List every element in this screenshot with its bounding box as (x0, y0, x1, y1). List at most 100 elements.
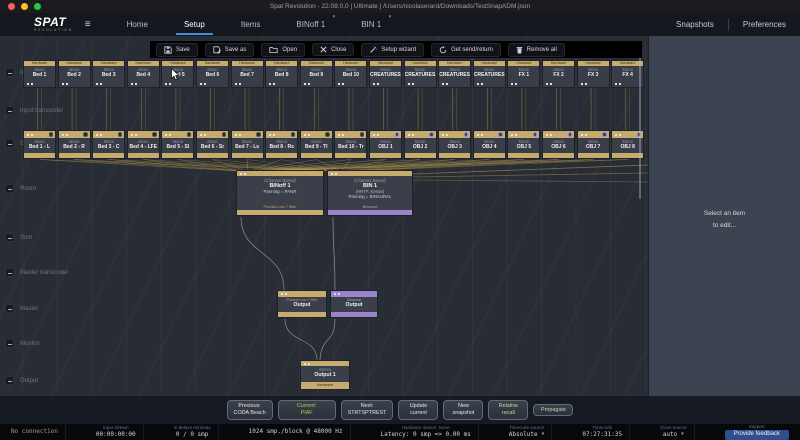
save-as-button[interactable]: Save as (205, 43, 255, 57)
status-hardware-device-none: Hardware device: None Latency: 0 smp => … (373, 424, 478, 440)
trash-icon (516, 46, 523, 54)
input-node-bed-10[interactable]: Hardware Mono Bed 10 (334, 60, 367, 88)
source-node-bed-3-c[interactable]: Mono Bed 3 - C (92, 130, 125, 159)
preferences-button[interactable]: Preferences (729, 20, 800, 29)
source-name: OBJ 1 (370, 144, 401, 150)
source-top-bar (405, 131, 436, 138)
mouse-cursor (171, 68, 180, 81)
graph-canvas[interactable]: Input Input transcoder Source Room Sum M… (0, 36, 648, 396)
source-node-bed-9-tl[interactable]: Mono Bed 9 - Tl (300, 130, 333, 159)
input-node-bed-6[interactable]: Hardware Mono Bed 6 (196, 60, 229, 88)
source-status-icon (602, 132, 607, 137)
open-button[interactable]: Open (261, 43, 305, 57)
port-dots (408, 83, 410, 85)
snapshot-current-piaf-button[interactable]: Current: PIAF (278, 400, 336, 420)
input-node-creatures-2[interactable]: Hardware Mono CREATURES 2 (404, 60, 437, 88)
master-node-gold[interactable]: Frontal Low 7 filter Output (277, 290, 327, 318)
port-dots (615, 83, 617, 85)
snapshot-relative-recall-button[interactable]: Relative recall (488, 400, 528, 420)
room-node-bin1[interactable]: (Channel Based) BIN 1 (HRTF: Kemar) Pann… (327, 170, 413, 216)
snapshot-propagate-button[interactable]: Propagate (533, 404, 573, 417)
source-node-obj-1[interactable]: Mono OBJ 1 (369, 130, 402, 159)
source-name: OBJ 3 (439, 144, 470, 150)
source-node-bed-8-rs[interactable]: Mono Bed 8 - Rs (265, 130, 298, 159)
input-node-bed-1[interactable]: Hardware Mono Bed 1 (23, 60, 56, 88)
input-node-bed-9[interactable]: Hardware Mono Bed 9 (300, 60, 333, 88)
remove-all-button[interactable]: Remove all (508, 43, 565, 57)
port-dots (304, 83, 306, 85)
input-node-creatures-1[interactable]: Hardware Mono CREATURES 1 (369, 60, 402, 88)
port-dots (27, 134, 29, 136)
tab-home[interactable]: Home (109, 13, 166, 36)
output-hardware-bar: Hardware (301, 382, 349, 389)
input-node-bed-4[interactable]: Hardware Mono Bed 4 (127, 60, 160, 88)
source-node-bed-5-sl[interactable]: Mono Bed 5 - Sl (161, 130, 194, 159)
source-node-obj-2[interactable]: Mono OBJ 2 (404, 130, 437, 159)
input-node-fx-3[interactable]: Hardware Mono FX 3 (577, 60, 610, 88)
snapshot-new-snapshot-button[interactable]: New snapshot (443, 400, 483, 420)
source-status-icon (152, 132, 157, 137)
source-node-bed-10-tr[interactable]: Mono Bed 10 - Tr (334, 130, 367, 159)
source-node-bed-2-r[interactable]: Mono Bed 2 - R (58, 130, 91, 159)
source-node-obj-5[interactable]: Mono OBJ 5 (507, 130, 540, 159)
source-bottom-bar (439, 153, 470, 158)
snapshots-button[interactable]: Snapshots (662, 20, 728, 29)
port-dots (235, 83, 237, 85)
input-name: FX 3 (578, 72, 609, 78)
canvas-scrollbar[interactable] (639, 51, 641, 199)
input-node-bed-3[interactable]: Hardware Mono Bed 3 (92, 60, 125, 88)
toolbar-button-label: Setup wizard (381, 47, 416, 53)
source-node-bed-7-ls[interactable]: Mono Bed 7 - Ls (231, 130, 264, 159)
snapshot-previous-coda-beach-button[interactable]: Previous: CODA Beach (227, 400, 273, 420)
source-node-obj-4[interactable]: Mono OBJ 4 (473, 130, 506, 159)
close-button[interactable]: Close (312, 43, 354, 56)
source-bottom-bar (232, 153, 263, 158)
source-status-icon (498, 132, 503, 137)
source-node-bed-1-l[interactable]: Mono Bed 1 - L (23, 130, 56, 159)
status-1024-smp-block-48000-hz: 1024 smp./block @ 48000 Hz (242, 424, 351, 440)
tab-binoff-1[interactable]: ▾ BINoff 1 (278, 13, 343, 36)
input-name: Bed 2 (59, 72, 90, 78)
input-node-creatures-3[interactable]: Hardware Mono CREATURES 3 (438, 60, 471, 88)
save-button[interactable]: Save (156, 43, 198, 57)
hamburger-menu-icon[interactable]: ≡ (85, 19, 91, 30)
clock-source-dropdown[interactable]: auto▼ (663, 431, 684, 438)
source-node-bed-4-lfe[interactable]: Mono Bed 4 - LFE (127, 130, 160, 159)
input-node-bed-8[interactable]: Hardware Mono Bed 8 (265, 60, 298, 88)
source-name: Bed 10 - Tr (335, 144, 366, 150)
input-node-fx-2[interactable]: Hardware Mono FX 2 (542, 60, 575, 88)
snapshot-update-current-button[interactable]: Update current (398, 400, 438, 420)
room-node-binoff1[interactable]: (Channel Based) BINoff 1 Panning = PANR … (236, 170, 324, 216)
input-node-creatures-4[interactable]: Hardware Mono CREATURES 4 (473, 60, 506, 88)
save-as-icon (213, 46, 221, 54)
wand-icon (369, 46, 377, 54)
master-node-binaural[interactable]: Binaural Output (330, 290, 378, 318)
tab-label: Items (241, 20, 261, 29)
dropdown-caret-icon: ▼ (542, 432, 545, 437)
status-in-delays-min-max: In delays min/max 0 / 0 smp (167, 424, 219, 440)
provide-feedback-button[interactable]: Provide feedback (725, 430, 789, 439)
source-node-bed-6-sr[interactable]: Mono Bed 6 - Sr (196, 130, 229, 159)
setup-wizard-button[interactable]: Setup wizard (361, 43, 424, 57)
status-support: Support Provide feedback (718, 424, 796, 440)
snapshot-next-strtsptrest-button[interactable]: Next: STRTSPTREST (341, 400, 394, 420)
source-node-obj-7[interactable]: Mono OBJ 7 (577, 130, 610, 159)
source-bottom-bar (128, 153, 159, 158)
source-bottom-bar (59, 153, 90, 158)
tab-setup[interactable]: Setup (166, 13, 223, 36)
source-node-obj-6[interactable]: Mono OBJ 6 (542, 130, 575, 159)
timecode-source-dropdown[interactable]: Absolute▼ (509, 431, 545, 438)
input-name: Bed 1 (24, 72, 55, 78)
tab-bin-1[interactable]: ▾ BIN 1 (343, 13, 399, 36)
source-top-bar (543, 131, 574, 138)
source-node-obj-3[interactable]: Mono OBJ 3 (438, 130, 471, 159)
output-node-output1[interactable]: Stereo Output 1 Hardware (300, 360, 350, 390)
tab-caret-icon: ▾ (389, 14, 392, 20)
input-node-fx-1[interactable]: Hardware Mono FX 1 (507, 60, 540, 88)
input-node-bed-2[interactable]: Hardware Mono Bed 2 (58, 60, 91, 88)
get-send-return-button[interactable]: Get send/return (431, 43, 501, 57)
port-dots (546, 83, 548, 85)
input-name: Bed 10 (335, 72, 366, 78)
tab-items[interactable]: Items (223, 13, 279, 36)
input-node-bed-7[interactable]: Hardware Mono Bed 7 (231, 60, 264, 88)
